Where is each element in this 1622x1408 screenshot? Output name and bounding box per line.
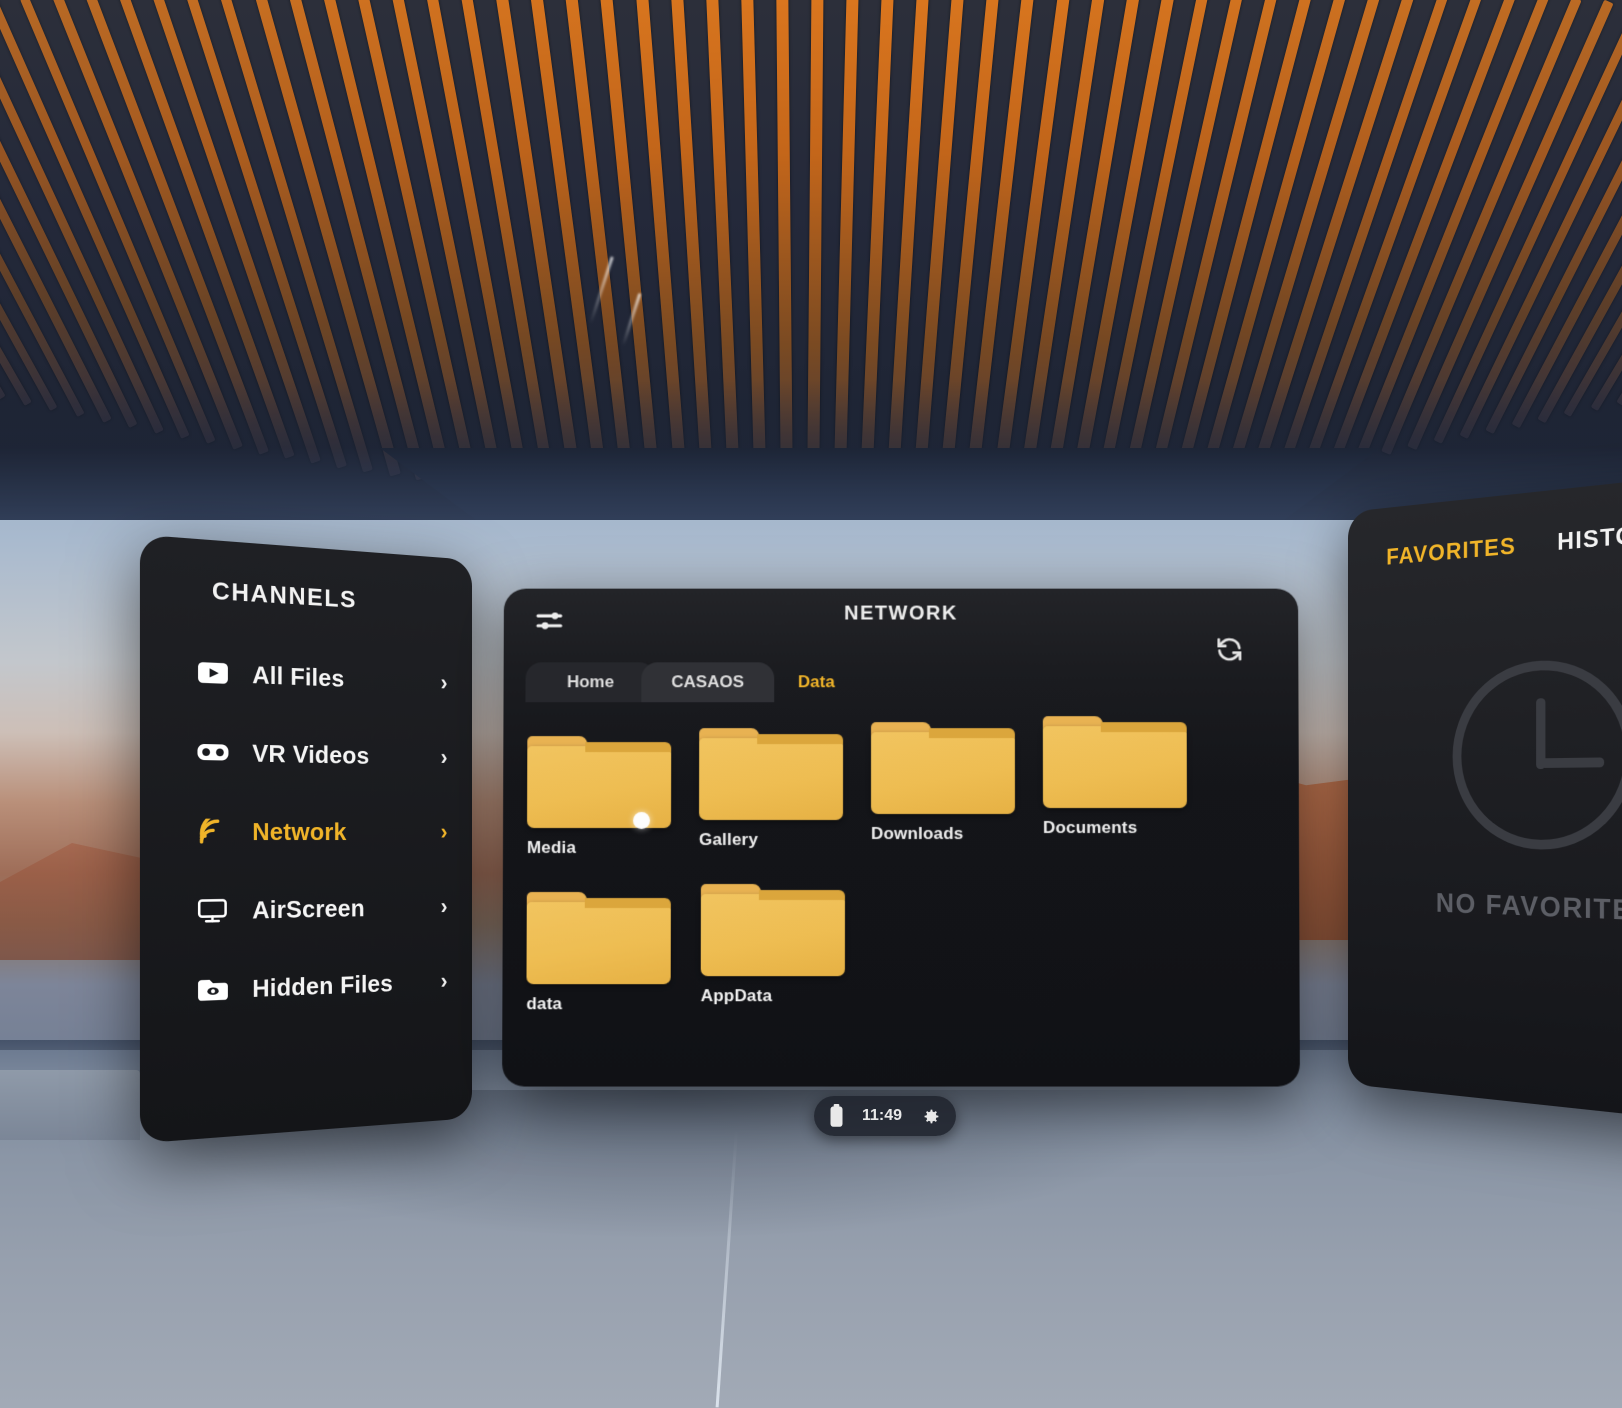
sidebar-item-label: All Files — [252, 660, 345, 692]
file-browser-panel: NETWORK Home CASAOS Data Media Gallery Downl… — [502, 588, 1300, 1087]
battery-icon — [829, 1104, 844, 1128]
page-title: NETWORK — [844, 602, 958, 625]
folder-icon — [526, 892, 671, 985]
folder-label: Media — [526, 837, 577, 857]
tab-history[interactable]: HISTORY — [1557, 518, 1622, 557]
chevron-right-icon: › — [440, 744, 448, 770]
terrace-block — [0, 1070, 140, 1140]
tab-favorites[interactable]: FAVORITES — [1386, 532, 1516, 571]
folder-label: Downloads — [870, 824, 964, 843]
sidebar-item-label: AirScreen — [252, 894, 365, 924]
folder-icon — [527, 736, 672, 830]
sidebar-item-label: Hidden Files — [252, 969, 393, 1002]
folder-icon — [1042, 716, 1187, 809]
refresh-icon[interactable] — [1214, 634, 1244, 664]
folder-tile[interactable]: Downloads — [871, 714, 1049, 844]
chevron-right-icon: › — [440, 893, 448, 919]
sidebar-item-network[interactable]: Network › — [140, 791, 472, 872]
hidden-folder-icon — [193, 973, 234, 1007]
file-grid: Media Gallery Downloads Documents data AppDat… — [522, 712, 1281, 1013]
video-file-icon — [193, 656, 234, 690]
folder-label: Gallery — [698, 830, 759, 849]
channels-list: All Files › VR Videos › Network › AirScreen › Hi… — [140, 630, 472, 1034]
folder-label: Documents — [1042, 818, 1138, 837]
pointer-cursor-dot — [633, 812, 651, 830]
sidebar-item-vr-videos[interactable]: VR Videos › — [140, 710, 472, 795]
breadcrumb-item-casaos[interactable]: CASAOS — [641, 662, 774, 703]
folder-tile[interactable]: Media — [527, 728, 705, 858]
sidebar-item-airscreen[interactable]: AirScreen › — [140, 869, 472, 952]
file-grid-row: Media Gallery Downloads Documents — [523, 712, 1281, 857]
sidebar-item-label: Network — [252, 817, 347, 845]
breadcrumb: Home CASAOS Data — [525, 662, 865, 703]
gear-icon[interactable] — [920, 1106, 941, 1127]
channels-panel: CHANNELS All Files › VR Videos › Network › Air… — [139, 534, 472, 1144]
channels-title: CHANNELS — [211, 576, 358, 614]
folder-icon — [699, 728, 844, 821]
folder-tile[interactable]: data — [526, 884, 705, 1014]
file-grid-row: data AppData — [522, 868, 1281, 1013]
wifi-icon — [193, 815, 234, 847]
folder-tile[interactable]: Documents — [1042, 708, 1221, 838]
vr-headset-icon — [193, 736, 234, 769]
breadcrumb-item-data[interactable]: Data — [768, 662, 865, 702]
breadcrumb-item-home[interactable]: Home — [525, 662, 656, 703]
folder-icon — [700, 884, 845, 977]
sidebar-item-hidden-files[interactable]: Hidden Files › — [140, 943, 472, 1033]
clock-time: 11:49 — [861, 1107, 903, 1124]
chevron-right-icon: › — [440, 818, 448, 845]
chevron-right-icon: › — [440, 669, 448, 696]
favorites-empty-label: NO FAVORITES — [1435, 886, 1622, 928]
ceiling-fade — [0, 380, 1622, 520]
status-bar: 11:49 — [814, 1096, 956, 1136]
monitor-icon — [193, 894, 234, 927]
folder-label: AppData — [700, 986, 773, 1006]
favorites-panel: FAVORITES HISTORY NO FAVORITES — [1348, 467, 1622, 1129]
folder-tile[interactable]: AppData — [701, 876, 879, 1006]
sidebar-item-label: VR Videos — [252, 738, 370, 769]
folder-icon — [871, 722, 1015, 815]
wood-slat-ceiling — [0, 0, 1622, 520]
chevron-right-icon: › — [440, 967, 448, 994]
folder-label: data — [526, 994, 563, 1014]
clock-icon — [1452, 656, 1622, 852]
folder-tile[interactable]: Gallery — [699, 720, 877, 850]
sidebar-item-all-files[interactable]: All Files › — [140, 630, 472, 721]
filter-sliders-icon[interactable] — [534, 605, 568, 639]
favorites-empty-state: NO FAVORITES — [1348, 650, 1622, 933]
